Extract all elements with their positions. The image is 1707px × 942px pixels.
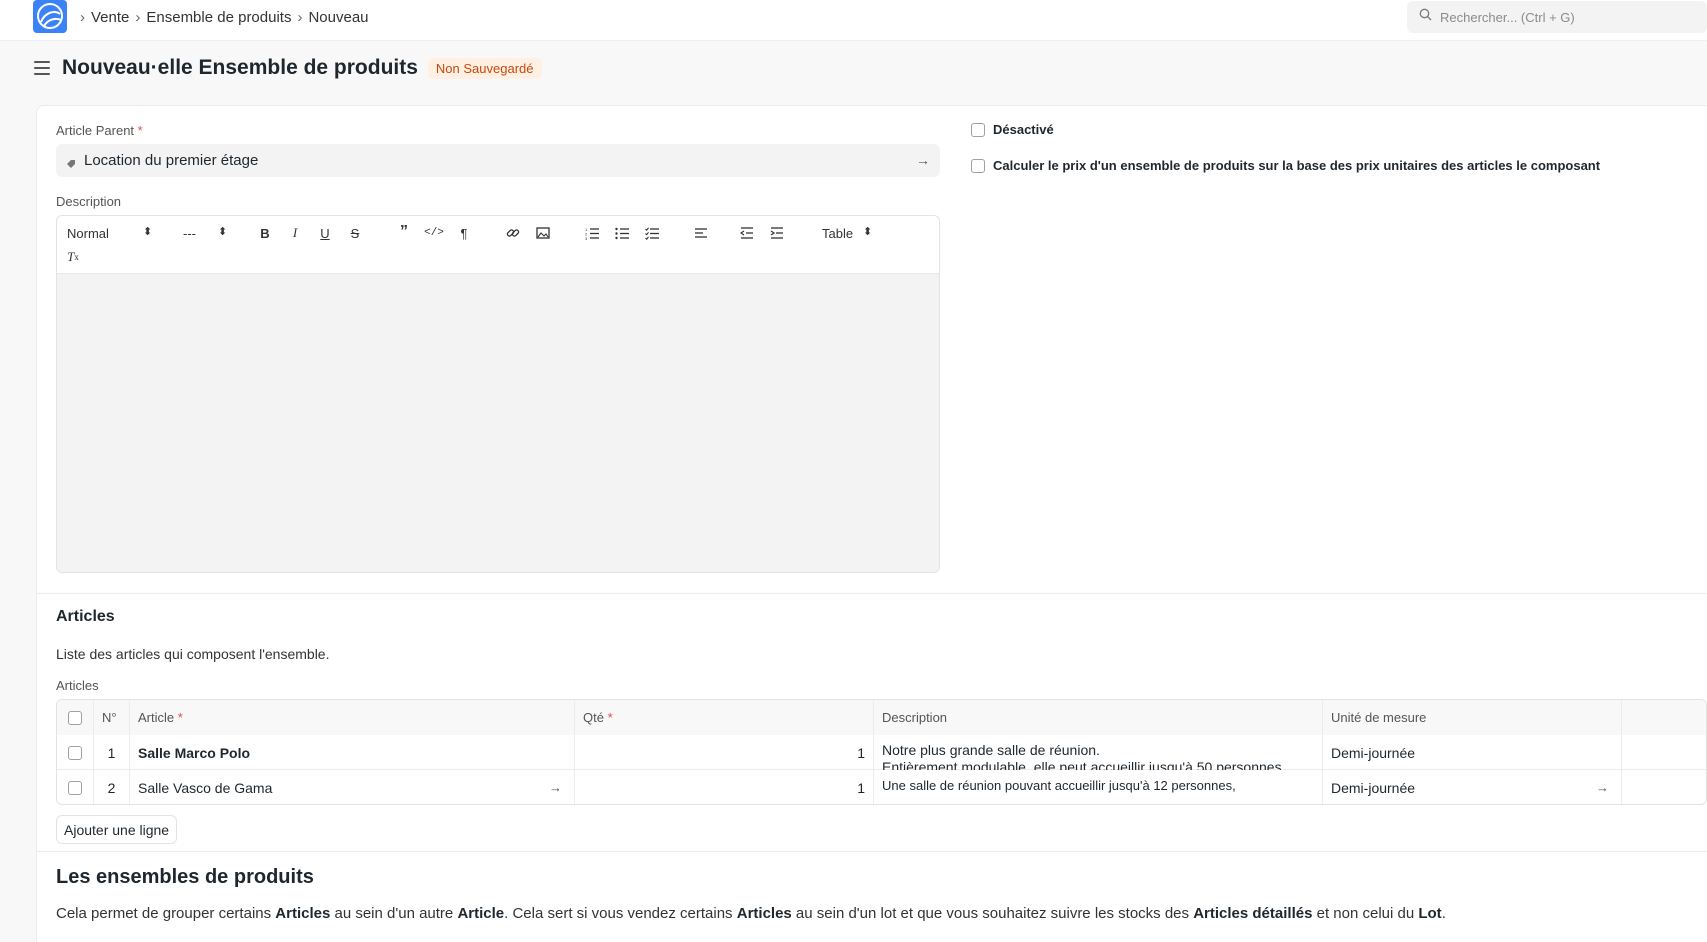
breadcrumb: › Vente › Ensemble de produits › Nouveau [80,9,369,26]
row-checkbox[interactable] [68,745,82,760]
arrow-right-icon[interactable]: → [549,780,562,795]
table-row[interactable]: 2 Salle Vasco de Gama → 1 Une salle de r… [57,770,1706,804]
row-uom[interactable]: Demi-journée [1323,735,1622,770]
select-all-checkbox[interactable] [68,710,82,725]
editor-toolbar: Normal ⬍ --- ⬍ B I U S ” </> ¶ 123 Table… [57,216,939,274]
col-uom-header[interactable]: Unité de mesure [1323,700,1622,735]
indent-icon[interactable] [768,224,786,242]
code-icon[interactable]: </> [424,224,444,242]
image-icon[interactable] [534,224,552,242]
row-qty[interactable]: 1 [575,735,874,770]
breadcrumb-item-vente[interactable]: Vente [91,9,129,26]
row-no: 1 [94,735,130,770]
row-select-cell [57,735,94,770]
search-icon [1419,8,1432,26]
parent-item-label: Article Parent * [56,123,143,138]
editor-content[interactable] [57,274,939,572]
row-no: 2 [94,770,130,804]
table-row[interactable]: 1 Salle Marco Polo 1 Notre plus grande s… [57,735,1706,770]
chevron-right-icon: › [80,9,85,26]
row-article[interactable]: Salle Vasco de Gama → [130,770,575,804]
row-uom[interactable]: Demi-journée → [1323,770,1622,804]
disabled-checkbox[interactable] [971,122,985,137]
chevron-updown-icon: ⬍ [143,226,153,238]
articles-section-desc: Liste des articles qui composent l'ensem… [56,646,330,662]
arrow-right-icon[interactable]: → [916,152,930,168]
articles-grid: N° Article * Qté * Description Unité de … [56,699,1707,805]
parent-item-value: Location du premier étage [84,152,259,169]
align-icon[interactable] [692,224,710,242]
row-article-value: Salle Vasco de Gama [138,779,273,796]
link-icon[interactable] [504,224,522,242]
table-select[interactable]: Table [822,226,853,241]
row-qty[interactable]: 1 [575,770,874,804]
articles-grid-label: Articles [56,678,99,693]
col-description-header[interactable]: Description [874,700,1323,735]
svg-text:3: 3 [585,236,588,240]
section-divider [37,593,1707,594]
page-title: Nouveau·elle Ensemble de produits [62,56,418,79]
add-row-button[interactable]: Ajouter une ligne [56,815,178,844]
quote-icon[interactable]: ” [395,223,413,241]
paragraph-icon[interactable]: ¶ [455,224,473,242]
calc-price-label: Calculer le prix d'un ensemble de produi… [993,158,1601,173]
row-uom-value: Demi-journée [1331,779,1416,796]
grid-header-row: N° Article * Qté * Description Unité de … [57,700,1706,735]
style-select[interactable]: Normal [67,226,109,241]
row-actions [1622,770,1706,804]
section-divider [37,851,1707,852]
bullet-list-icon[interactable] [613,224,631,242]
select-all-cell [57,700,94,735]
calc-price-checkbox-row[interactable]: Calculer le prix d'un ensemble de produi… [971,158,1600,173]
chevron-updown-icon: ⬍ [863,226,873,238]
strikethrough-icon[interactable]: S [346,224,364,242]
page-header: Nouveau·elle Ensemble de produits Non Sa… [34,56,542,80]
help-paragraph: Cela permet de grouper certains Articles… [56,905,1446,922]
app-logo[interactable] [33,0,67,33]
sidebar-toggle-icon[interactable] [34,61,50,75]
chevron-right-icon: › [135,9,141,26]
navbar: › Vente › Ensemble de produits › Nouveau [0,0,1707,41]
col-no-header: N° [94,700,130,735]
status-badge: Non Sauvegardé [427,57,542,79]
row-description[interactable]: Une salle de réunion pouvant accueillir … [874,770,1323,804]
disabled-checkbox-row[interactable]: Désactivé [971,122,1054,137]
tag-icon [66,156,76,168]
breadcrumb-item-nouveau[interactable]: Nouveau [308,9,368,26]
underline-icon[interactable]: U [316,224,334,242]
search-box[interactable] [1407,1,1707,33]
italic-icon[interactable]: I [286,224,304,242]
chevron-updown-icon: ⬍ [218,226,228,238]
row-description[interactable]: Notre plus grande salle de réunion. Enti… [874,735,1323,770]
ordered-list-icon[interactable]: 123 [583,224,601,242]
articles-section-title: Articles [56,608,115,625]
help-title: Les ensembles de produits [56,866,314,888]
clear-format-icon[interactable]: Tx [64,248,82,266]
size-select[interactable]: --- [183,226,196,241]
description-label: Description [56,194,122,209]
calc-price-checkbox[interactable] [971,158,985,173]
outdent-icon[interactable] [738,224,756,242]
col-qty-header[interactable]: Qté * [575,700,874,735]
row-checkbox[interactable] [68,780,82,795]
col-actions-header [1622,700,1706,735]
row-actions [1622,735,1706,770]
checklist-icon[interactable] [643,224,661,242]
row-article[interactable]: Salle Marco Polo [130,735,575,770]
bold-icon[interactable]: B [256,224,274,242]
parent-item-field[interactable]: Location du premier étage → [56,144,940,177]
disabled-label: Désactivé [993,122,1054,137]
arrow-right-icon[interactable]: → [1596,780,1609,795]
description-editor[interactable]: Normal ⬍ --- ⬍ B I U S ” </> ¶ 123 Table… [56,215,940,573]
breadcrumb-item-ensemble[interactable]: Ensemble de produits [146,9,291,26]
col-article-header[interactable]: Article * [130,700,575,735]
chevron-right-icon: › [297,9,303,26]
search-input[interactable] [1440,9,1700,25]
row-select-cell [57,770,94,804]
